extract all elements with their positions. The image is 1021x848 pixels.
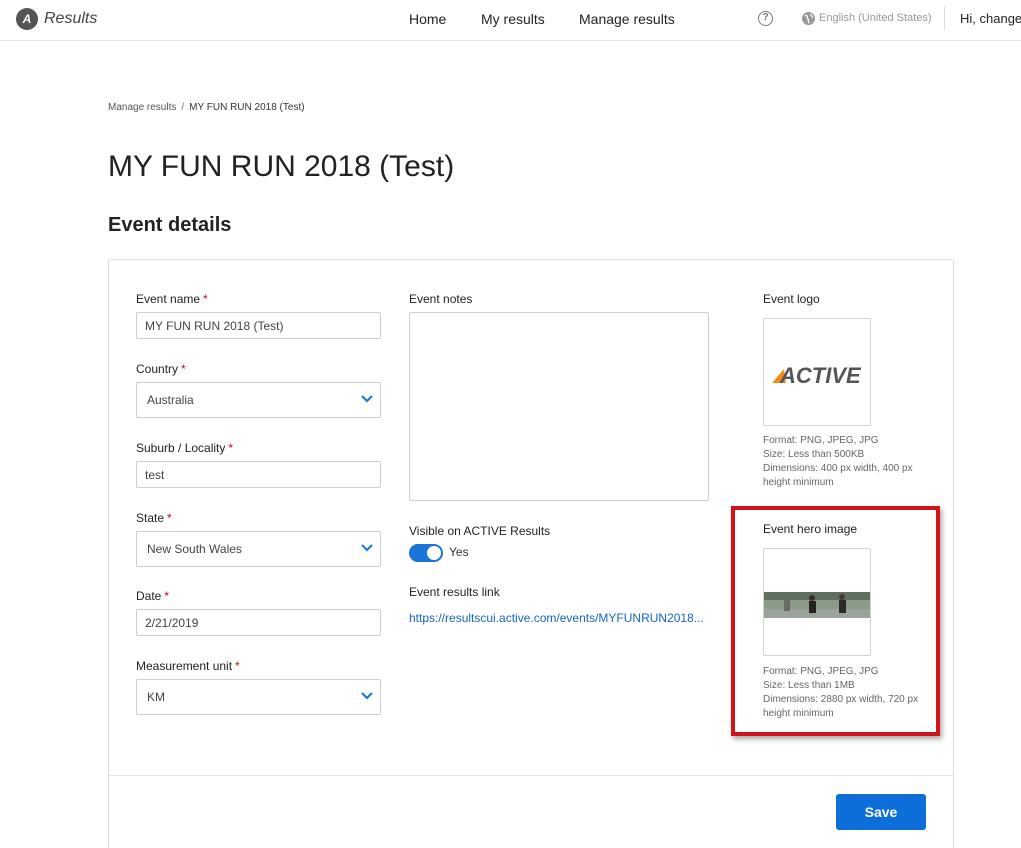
event-logo-size: Size: Less than 500KB [763,449,865,460]
nav-manage-results[interactable]: Manage results [579,11,675,27]
results-link[interactable]: https://resultscui.active.com/events/MYF… [409,611,704,625]
breadcrumb-separator: / [181,102,185,113]
active-logo-icon: A [16,8,38,30]
active-logo-text: ACTIVE [779,363,862,388]
page-title: MY FUN RUN 2018 (Test) [108,150,455,183]
state-label: State * [136,511,172,525]
measurement-unit-label: Measurement unit * [136,659,240,673]
top-nav: A Results Home My results Manage results… [0,0,1021,41]
nav-home[interactable]: Home [409,11,446,27]
toggle-knob [427,546,441,560]
event-logo-upload[interactable]: ACTIVE [763,318,871,426]
event-logo-dimensions: Dimensions: 400 px width, 400 px height … [763,463,913,488]
event-logo-format: Format: PNG, JPEG, JPG [763,435,879,446]
active-logo-image: ACTIVE [772,363,862,388]
event-details-card: Event name * MY FUN RUN 2018 (Test) Count… [108,259,954,848]
date-input[interactable]: 2/21/2019 [136,609,381,636]
event-logo-label: Event logo [763,292,820,306]
visible-toggle[interactable] [409,544,443,562]
country-value: Australia [147,393,194,407]
section-title: Event details [108,214,232,236]
state-select[interactable]: New South Wales [136,531,381,567]
visible-toggle-text: Yes [449,545,469,559]
chevron-down-icon [361,692,373,700]
suburb-input[interactable]: test [136,461,381,488]
suburb-label: Suburb / Locality * [136,441,234,455]
event-notes-label: Event notes [409,292,473,306]
measurement-unit-select[interactable]: KM [136,679,381,715]
event-notes-textarea[interactable] [409,312,709,501]
nav-divider [944,6,945,30]
visible-label: Visible on ACTIVE Results [409,524,551,538]
hero-image-highlight [731,506,940,736]
user-greeting[interactable]: Hi, change [960,11,1021,26]
country-select[interactable]: Australia [136,382,381,418]
event-name-label: Event name * [136,292,208,306]
measurement-unit-value: KM [147,690,165,704]
date-label: Date * [136,589,170,603]
card-footer-divider [109,775,953,776]
logo-text: Results [44,10,98,27]
chevron-down-icon [361,544,373,552]
help-icon[interactable]: ? [758,11,773,26]
breadcrumb-current: MY FUN RUN 2018 (Test) [189,102,305,113]
results-link-label: Event results link [409,585,500,599]
save-button[interactable]: Save [836,794,926,830]
country-label: Country * [136,362,186,376]
breadcrumb: Manage results / MY FUN RUN 2018 (Test) [108,102,305,113]
language-selector[interactable]: English (United States) [819,12,932,24]
breadcrumb-manage-results[interactable]: Manage results [108,102,176,113]
globe-icon[interactable] [801,11,816,26]
nav-my-results[interactable]: My results [481,11,545,27]
event-name-input[interactable]: MY FUN RUN 2018 (Test) [136,312,381,339]
chevron-down-icon [361,395,373,403]
results-logo[interactable]: A Results [16,8,97,30]
state-value: New South Wales [147,542,242,556]
